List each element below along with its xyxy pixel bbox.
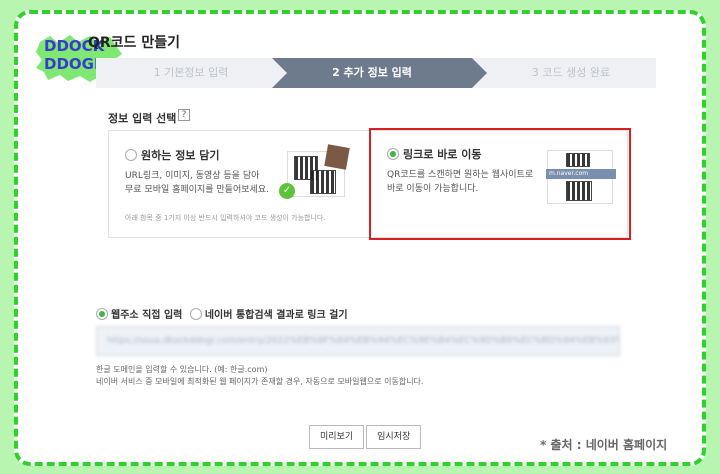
qr-illustration [287, 144, 350, 197]
option-link-title: 링크로 바로 이동 [387, 146, 482, 162]
option-custom-label: 원하는 정보 담기 [141, 149, 220, 162]
option-link-desc: QR코드를 스캔하면 원하는 웹사이트로 바로 이동이 가능합니다. [387, 168, 547, 196]
source-caption: * 출처 : 네이버 홈페이지 [540, 438, 668, 452]
step-3: 3 코드 생성 완료 [531, 66, 611, 79]
help-text: 한글 도메인을 입력할 수 있습니다. (예: 한글.com) 네이버 서비스 … [96, 364, 423, 388]
option-custom-desc-line2: 무료 모바일 홈페이지를 만들어보세요. [125, 185, 269, 195]
action-buttons: 미리보기 임시저장 [309, 424, 423, 449]
option-panel: 원하는 정보 담기 URL링크, 이미지, 동영상 등을 담아 무료 모바일 홈… [108, 128, 631, 240]
qr-code-icon [310, 170, 336, 194]
radio-custom-info[interactable] [125, 149, 137, 161]
option-link-label: 링크로 바로 이동 [403, 148, 482, 161]
section-label: 정보 입력 선택 [108, 112, 177, 125]
link-mode-naver-label: 네이버 통합검색 결과로 링크 걸기 [204, 310, 348, 321]
qr-code-icon [566, 153, 590, 167]
link-mode-naver-search[interactable]: 네이버 통합검색 결과로 링크 걸기 [189, 306, 348, 321]
address-bar-sample: m.naver.com [546, 169, 616, 179]
radio-link-direct[interactable] [387, 148, 399, 160]
save-temp-button[interactable]: 임시저장 [366, 425, 422, 449]
link-mode-direct[interactable]: 웹주소 직접 입력 [96, 306, 182, 321]
photo-thumbnail-icon [324, 144, 350, 170]
logo-text-line2: DDOGI [44, 55, 100, 73]
option-custom-title: 원하는 정보 담기 [125, 147, 220, 163]
radio-naver-search[interactable] [189, 307, 202, 320]
option-custom-note: 아래 항목 중 1가지 이상 반드시 입력하셔야 코드 생성이 가능합니다. [125, 214, 326, 222]
link-mode-radio-group: 웹주소 직접 입력 네이버 통합검색 결과로 링크 걸기 [96, 306, 352, 321]
help-text-line2: 네이버 서비스 중 모바일에 최적화된 웹 페이지가 존재할 경우, 자동으로 … [96, 377, 424, 386]
step-2-active: 2 추가 정보 입력 [272, 58, 487, 88]
option-link-desc-line1: QR코드를 스캔하면 원하는 웹사이트로 [387, 170, 534, 180]
qr-illustration: m.naver.com [546, 150, 616, 204]
page-title: QR코드 만들기 [88, 35, 180, 51]
url-input[interactable]: https://ssua.dkockddogi.com/entry/2022%E… [96, 326, 620, 356]
step-1: 1 기본정보 입력 [153, 66, 229, 79]
option-custom-desc-line1: URL링크, 이미지, 동영상 등을 담아 [125, 171, 260, 181]
option-link-direct[interactable]: 링크로 바로 이동 QR코드를 스캔하면 원하는 웹사이트로 바로 이동이 가능… [369, 128, 631, 240]
option-link-desc-line2: 바로 이동이 가능합니다. [387, 184, 479, 194]
help-icon[interactable]: ? [178, 109, 190, 121]
option-custom-info[interactable]: 원하는 정보 담기 URL링크, 이미지, 동영상 등을 담아 무료 모바일 홈… [109, 131, 369, 237]
option-custom-desc: URL링크, 이미지, 동영상 등을 담아 무료 모바일 홈페이지를 만들어보세… [125, 169, 285, 197]
step-indicator: 1 기본정보 입력 3 코드 생성 완료 2 추가 정보 입력 [96, 58, 656, 88]
radio-direct-url[interactable] [96, 307, 108, 320]
help-text-line1: 한글 도메인을 입력할 수 있습니다. (예: 한글.com) [96, 365, 268, 374]
preview-button[interactable]: 미리보기 [309, 425, 365, 449]
qr-code-icon [566, 181, 592, 201]
link-mode-direct-label: 웹주소 직접 입력 [111, 310, 183, 321]
check-icon: ✓ [279, 183, 295, 199]
